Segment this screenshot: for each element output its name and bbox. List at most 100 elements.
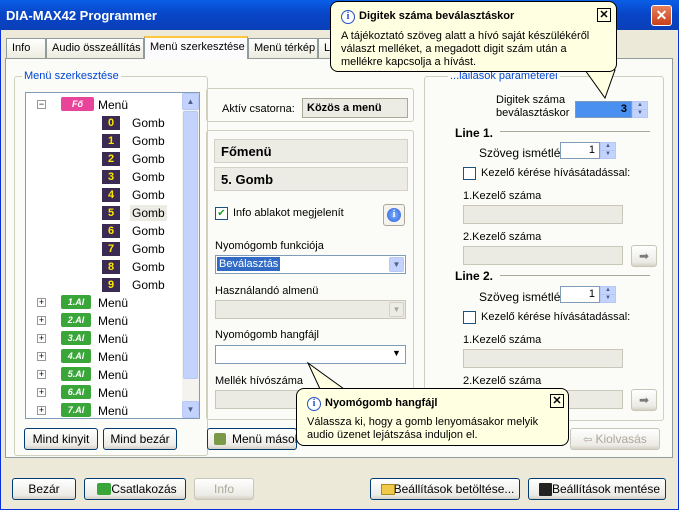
- tab-menu-edit[interactable]: Menü szerkesztése: [144, 36, 248, 59]
- menu-header: Főmenü: [214, 139, 408, 163]
- collapse-all-button[interactable]: Mind bezár: [103, 428, 177, 450]
- tree-button-0[interactable]: 0 Gomb: [26, 114, 181, 132]
- submenu-badge: 6.Al: [61, 385, 91, 399]
- button-header: 5. Gomb: [214, 167, 408, 191]
- tree-button-1[interactable]: 1 Gomb: [26, 132, 181, 150]
- info-footer-button[interactable]: Info: [194, 478, 254, 500]
- line1-operator-checkbox[interactable]: [463, 167, 476, 180]
- save-settings-label: Beállítások mentése: [551, 482, 661, 496]
- submenu-label: Menü: [98, 314, 129, 328]
- tree-button-2[interactable]: 2 Gomb: [26, 150, 181, 168]
- button-label: Gomb: [130, 205, 167, 221]
- line2-repeat-input[interactable]: 1: [560, 286, 600, 303]
- submenu-select[interactable]: ▼: [215, 300, 406, 319]
- tooltip-digits-close-icon[interactable]: ✕: [597, 8, 611, 22]
- line1-operator-label: Kezelő kérése hívásátadással:: [481, 167, 631, 179]
- button-number: 4: [102, 188, 120, 202]
- line2-title: Line 2.: [455, 269, 494, 283]
- scroll-thumb[interactable]: [183, 111, 198, 379]
- button-label: Gomb: [132, 260, 165, 274]
- submenu-label: Menü: [98, 404, 129, 418]
- line1-op1-input[interactable]: [463, 205, 623, 224]
- tree-submenu-2[interactable]: +2.Al Menü: [26, 312, 181, 330]
- scroll-up-icon[interactable]: ▲: [182, 93, 199, 110]
- tree-button-3[interactable]: 3 Gomb: [26, 168, 181, 186]
- expand-icon[interactable]: +: [37, 334, 46, 343]
- load-settings-button[interactable]: Beállítások betöltése...: [370, 478, 520, 500]
- line1-op2-input[interactable]: [463, 246, 623, 265]
- copy-menu-button[interactable]: Menü másolá: [207, 428, 297, 450]
- save-settings-button[interactable]: Beállítások mentése: [528, 478, 666, 500]
- ext-input[interactable]: [215, 390, 305, 409]
- tooltip-soundfile-close-icon[interactable]: ✕: [550, 394, 564, 408]
- close-button[interactable]: Bezár: [12, 478, 76, 500]
- info-button[interactable]: i: [383, 204, 405, 226]
- line2-transfer-button[interactable]: ➡: [631, 389, 657, 411]
- button-label: Gomb: [132, 188, 165, 202]
- digits-label-2: beválasztáskor: [496, 107, 570, 119]
- tree-button-7[interactable]: 7 Gomb: [26, 240, 181, 258]
- tree-submenu-3[interactable]: +3.Al Menü: [26, 330, 181, 348]
- expand-icon[interactable]: +: [37, 370, 46, 379]
- expand-icon[interactable]: +: [37, 406, 46, 415]
- function-select[interactable]: Beválasztás ▼: [215, 255, 406, 274]
- line1-repeat-input[interactable]: 1: [560, 142, 600, 159]
- info-icon: i: [307, 397, 321, 411]
- tree-root[interactable]: − Fő Menü: [26, 96, 181, 114]
- line2-separator: [500, 275, 650, 276]
- info-window-checkbox[interactable]: ✔: [215, 207, 228, 220]
- tree-submenu-1[interactable]: +1.Al Menü: [26, 294, 181, 312]
- button-number: 3: [102, 170, 120, 184]
- tree-button-4[interactable]: 4 Gomb: [26, 186, 181, 204]
- function-value: Beválasztás: [217, 257, 281, 271]
- tree-button-6[interactable]: 6 Gomb: [26, 222, 181, 240]
- line2-operator-checkbox[interactable]: [463, 311, 476, 324]
- collapse-icon[interactable]: −: [37, 100, 46, 109]
- chevron-down-icon[interactable]: ▼: [389, 347, 404, 362]
- read-icon: ⇦: [583, 434, 596, 446]
- spin-down-icon[interactable]: ▼: [600, 294, 616, 303]
- button-number: 9: [102, 278, 120, 292]
- expand-icon[interactable]: +: [37, 298, 46, 307]
- copy-menu-label: Menü másolá: [232, 432, 297, 446]
- spin-down-icon[interactable]: ▼: [632, 109, 648, 118]
- expand-all-button[interactable]: Mind kinyit: [24, 428, 98, 450]
- tooltip-soundfile-text: Válassza ki, hogy a gomb lenyomásakor me…: [307, 416, 539, 441]
- info-icon: i: [341, 10, 355, 24]
- tab-audio[interactable]: Audio összeállítás: [46, 38, 144, 58]
- tab-info[interactable]: Info: [6, 38, 46, 58]
- button-label: Gomb: [132, 278, 165, 292]
- chevron-down-icon[interactable]: ▼: [389, 257, 404, 272]
- submenu-label: Menü: [98, 332, 129, 346]
- tab-menu-map[interactable]: Menü térkép: [248, 38, 318, 58]
- tree-scrollbar[interactable]: ▲ ▼: [182, 93, 199, 418]
- scroll-down-icon[interactable]: ▼: [182, 401, 199, 418]
- menu-tree[interactable]: − Fő Menü 0 Gomb 1 Gomb 2 Gomb 3 Gomb 4 Gomb …: [25, 92, 200, 419]
- line2-op1-input[interactable]: [463, 349, 623, 368]
- expand-icon[interactable]: +: [37, 352, 46, 361]
- button-number: 1: [102, 134, 120, 148]
- expand-icon[interactable]: +: [37, 388, 46, 397]
- tree-button-9[interactable]: 9 Gomb: [26, 276, 181, 294]
- expand-icon[interactable]: +: [37, 316, 46, 325]
- window-close-button[interactable]: ✕: [651, 5, 672, 26]
- tree-button-8[interactable]: 8 Gomb: [26, 258, 181, 276]
- tree-button-5-selected[interactable]: 5 Gomb: [26, 204, 181, 222]
- line1-transfer-button[interactable]: ➡: [631, 245, 657, 267]
- button-number: 8: [102, 260, 120, 274]
- read-button[interactable]: ⇦ Kiolvasás: [570, 428, 660, 450]
- info-window-label: Info ablakot megjelenít: [233, 207, 344, 219]
- submenu-label: Menü: [98, 386, 129, 400]
- info-icon: i: [387, 208, 401, 222]
- tree-submenu-7[interactable]: +7.Al Menü: [26, 402, 181, 418]
- spin-down-icon[interactable]: ▼: [600, 150, 616, 159]
- read-label: Kiolvasás: [595, 432, 647, 446]
- soundfile-select[interactable]: ▼: [215, 345, 406, 364]
- tree-submenu-4[interactable]: +4.Al Menü: [26, 348, 181, 366]
- submenu-badge: 5.Al: [61, 367, 91, 381]
- connect-button[interactable]: Csatlakozás: [84, 478, 186, 500]
- tree-submenu-5[interactable]: +5.Al Menü: [26, 366, 181, 384]
- line2-operator-label: Kezelő kérése hívásátadással:: [481, 311, 631, 323]
- tree-submenu-6[interactable]: +6.Al Menü: [26, 384, 181, 402]
- chevron-down-icon[interactable]: ▼: [389, 302, 404, 317]
